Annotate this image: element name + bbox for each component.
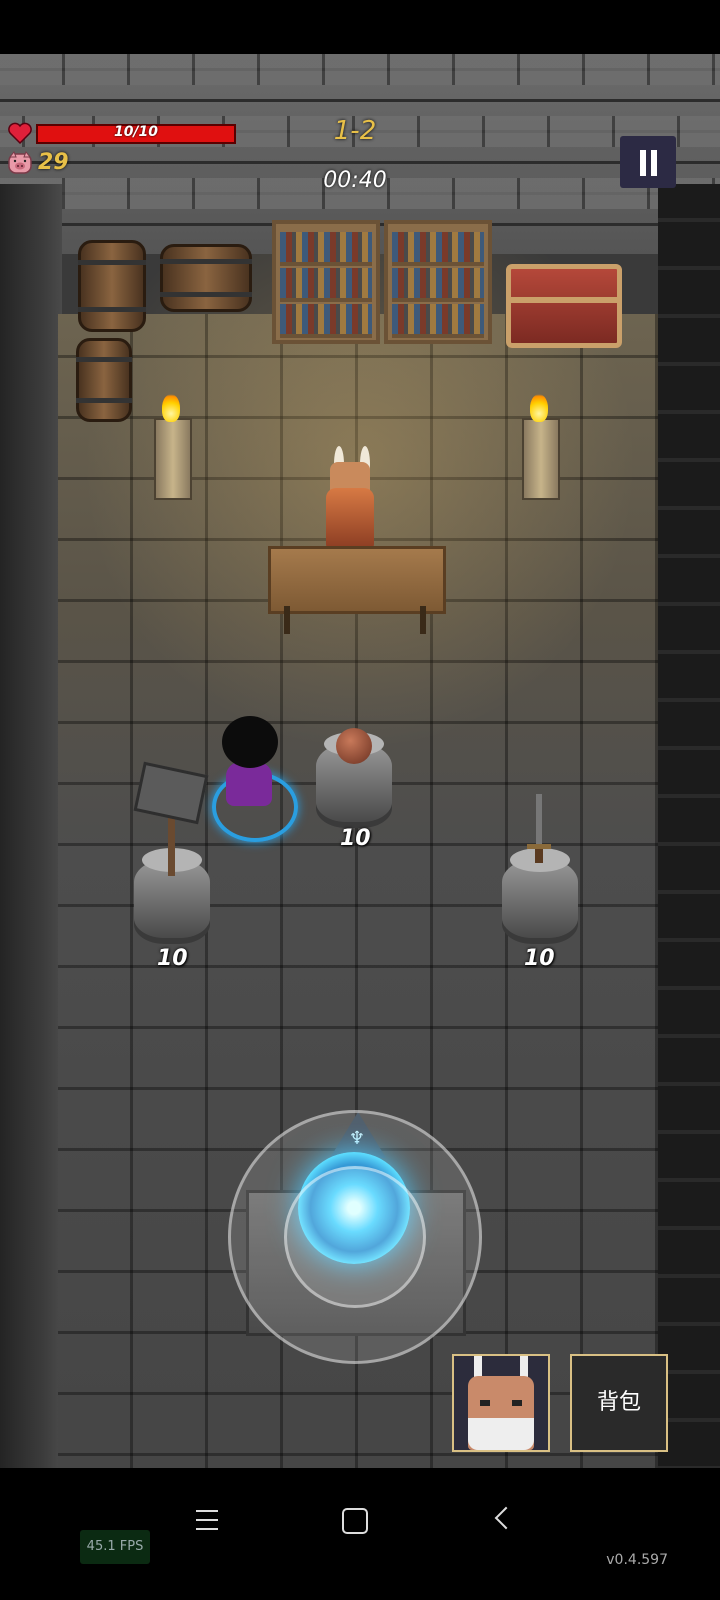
treasure-chest[interactable] bbox=[506, 264, 622, 348]
price-label: 10 bbox=[157, 946, 188, 971]
brick-row bbox=[0, 54, 720, 85]
pig-icon bbox=[8, 151, 32, 174]
player-hair bbox=[222, 716, 278, 768]
shop-pedestal-sword[interactable] bbox=[502, 848, 578, 938]
merchant-portrait-button[interactable] bbox=[452, 1354, 550, 1452]
sword-hilt bbox=[535, 849, 543, 863]
version-label: v0.4.597 bbox=[606, 1552, 668, 1568]
torch-pillar bbox=[522, 418, 560, 500]
portrait-beard bbox=[468, 1418, 534, 1450]
table-leg bbox=[284, 606, 290, 634]
heart-icon bbox=[8, 122, 32, 144]
timer: 00:40 bbox=[323, 168, 387, 193]
barrel-side bbox=[160, 244, 252, 312]
level-indicator: 1-2 bbox=[333, 116, 377, 146]
flame-icon bbox=[162, 394, 180, 422]
bookshelf bbox=[272, 220, 380, 344]
price-label: 10 bbox=[340, 826, 371, 851]
portrait-eyes bbox=[480, 1400, 522, 1406]
pause-button[interactable] bbox=[620, 136, 676, 188]
torch-pillar bbox=[154, 418, 192, 500]
joystick-knob[interactable] bbox=[284, 1166, 426, 1308]
merchant-table bbox=[268, 546, 446, 614]
backpack-button[interactable]: 背包 bbox=[570, 1354, 668, 1452]
pause-icon bbox=[651, 150, 657, 176]
orb-item[interactable] bbox=[336, 728, 372, 764]
barrel bbox=[78, 240, 146, 332]
price-label: 10 bbox=[524, 946, 555, 971]
menu-icon[interactable] bbox=[196, 1510, 218, 1530]
left-wall bbox=[0, 184, 62, 1510]
table-leg bbox=[420, 606, 426, 634]
player-character bbox=[226, 762, 272, 806]
flame-icon bbox=[530, 394, 548, 422]
bookshelf bbox=[384, 220, 492, 344]
sword-item[interactable] bbox=[536, 794, 542, 844]
coin-count: 29 bbox=[38, 150, 69, 175]
pause-icon bbox=[640, 150, 646, 176]
health-text: 10/10 bbox=[113, 124, 159, 140]
right-wall bbox=[658, 184, 720, 1510]
fps-counter: 45.1 FPS bbox=[80, 1530, 150, 1564]
barrel-small bbox=[76, 338, 132, 422]
home-icon[interactable] bbox=[342, 1508, 368, 1534]
merchant-npc[interactable] bbox=[326, 488, 374, 550]
